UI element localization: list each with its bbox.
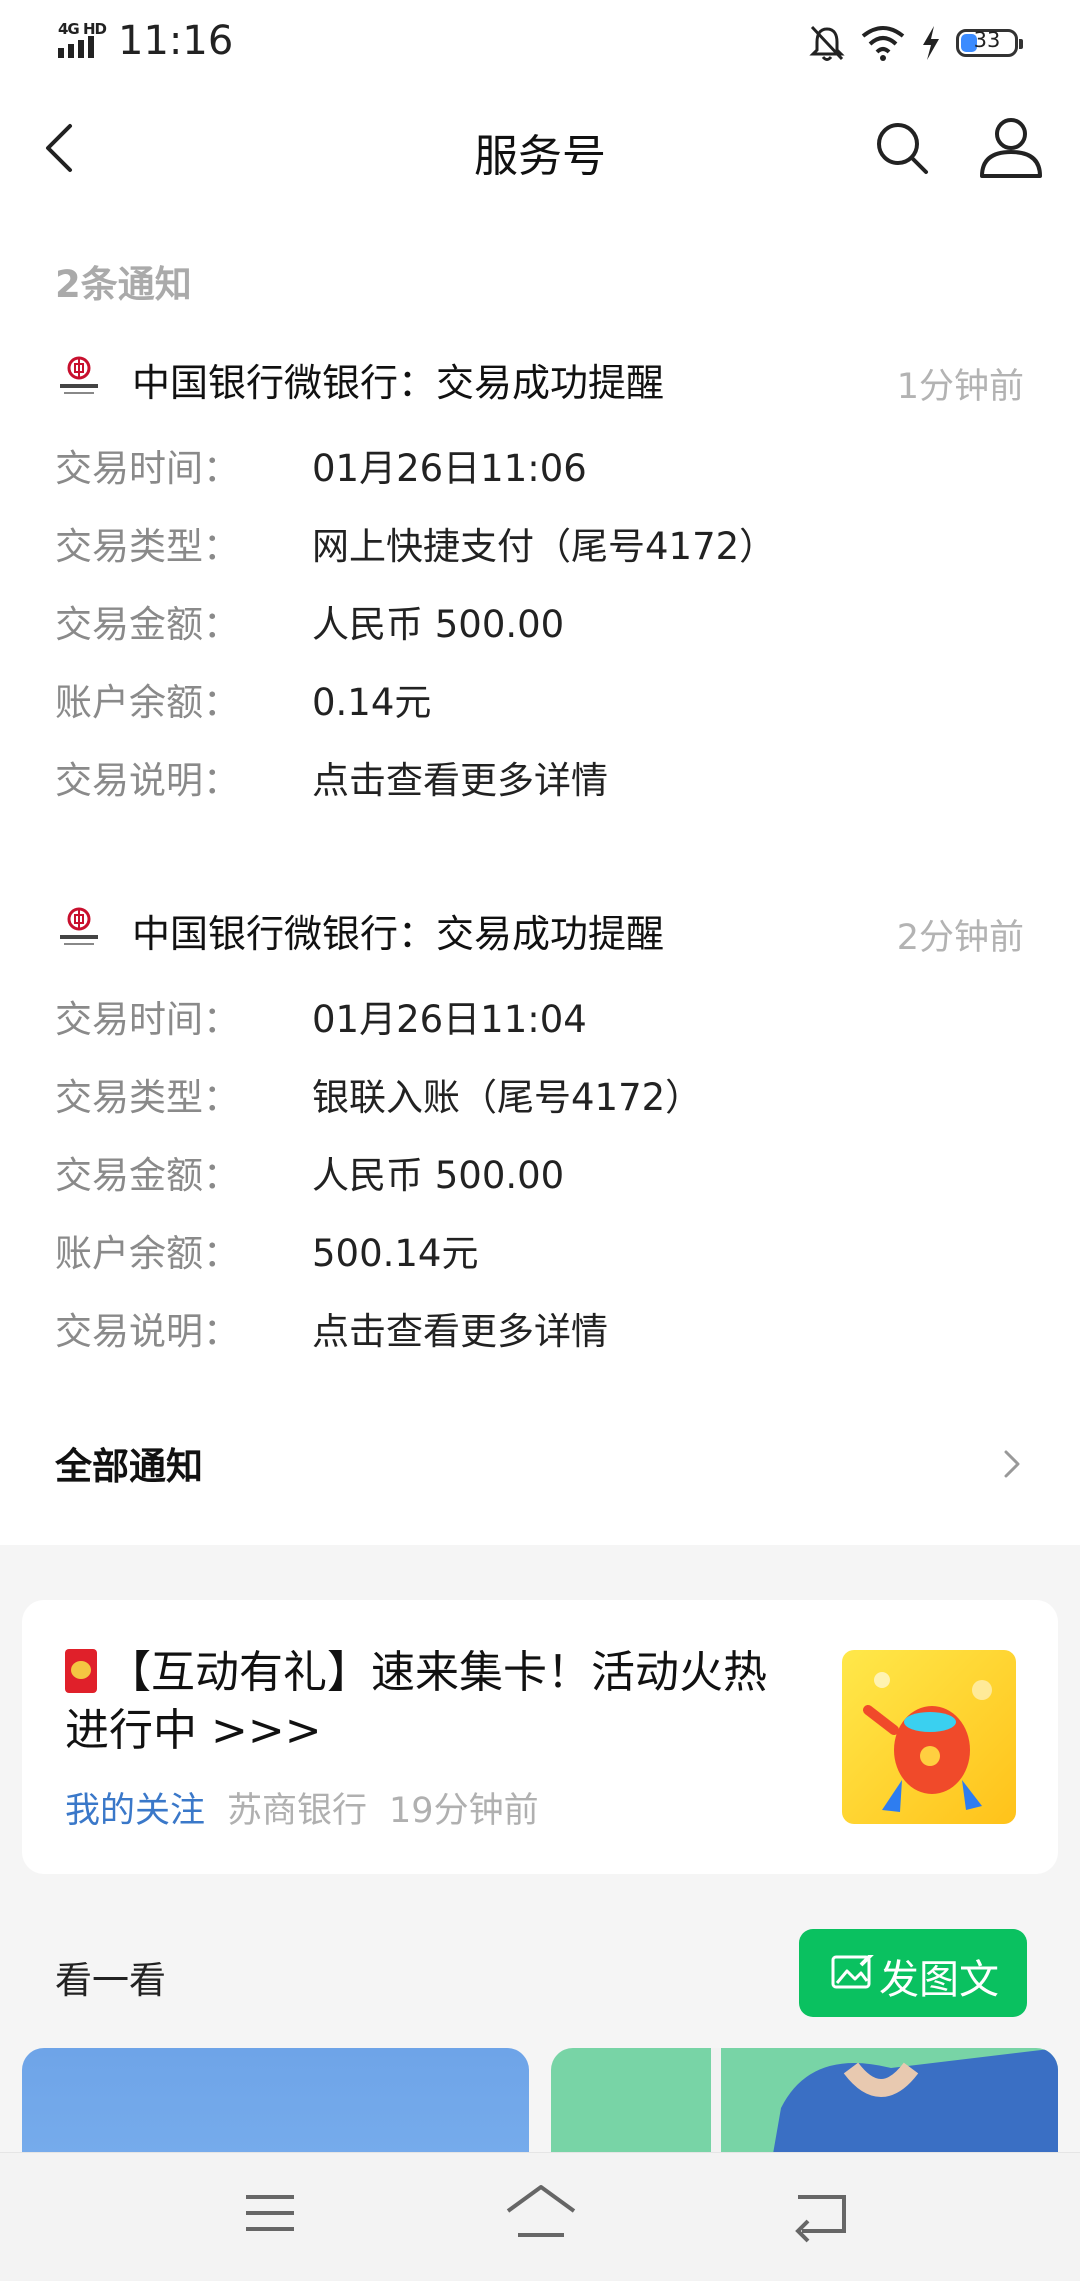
row-label: 交易金额： <box>55 1154 240 1197</box>
chevron-right-icon <box>1004 1450 1020 1478</box>
image-edit-icon <box>831 1955 874 1989</box>
notification-card[interactable]: 中国银行微银行：交易成功提醒 2分钟前 交易时间： 01月26日11:04 交易… <box>0 899 1080 1369</box>
detail-row: 账户余额： 500.14元 <box>0 1223 1080 1283</box>
battery-icon: 33 <box>956 28 1023 57</box>
notification-header: 中国银行微银行：交易成功提醒 1分钟前 <box>0 348 1080 408</box>
row-value: 网上快捷支付（尾号4172） <box>312 525 777 568</box>
bank-of-china-logo-icon <box>60 907 98 945</box>
all-notices-label: 全部通知 <box>55 1445 203 1488</box>
row-label: 交易类型： <box>55 1076 240 1119</box>
detail-row: 账户余额： 0.14元 <box>0 672 1080 732</box>
row-value: 银联入账（尾号4172） <box>312 1076 703 1119</box>
detail-row[interactable]: 交易说明： 点击查看更多详情 <box>0 750 1080 810</box>
row-label: 交易说明： <box>55 759 240 802</box>
detail-row: 交易类型： 网上快捷支付（尾号4172） <box>0 516 1080 576</box>
header: 服务号 <box>0 86 1080 210</box>
notification-header: 中国银行微银行：交易成功提醒 2分钟前 <box>0 899 1080 959</box>
menu-icon[interactable] <box>240 2183 300 2243</box>
bank-of-china-logo-icon <box>60 356 98 394</box>
mute-bell-icon <box>809 25 845 61</box>
system-nav-bar <box>0 2152 1080 2281</box>
battery-level: 33 <box>973 28 1001 52</box>
row-label: 交易时间： <box>55 998 240 1041</box>
mascot-illustration-icon <box>863 1672 992 1812</box>
row-label: 账户余额： <box>55 681 240 724</box>
row-value: 01月26日11:06 <box>312 447 587 490</box>
all-notices-row[interactable]: 全部通知 <box>0 1420 1080 1506</box>
status-bar: 4G HD 11:16 33 <box>0 0 1080 86</box>
notification-time: 2分钟前 <box>896 918 1024 958</box>
post-article-button[interactable]: 发图文 <box>799 1929 1027 2017</box>
signal-icon <box>58 36 94 58</box>
notification-title: 中国银行微银行：交易成功提醒 <box>132 361 665 405</box>
notification-card[interactable]: 中国银行微银行：交易成功提醒 1分钟前 交易时间： 01月26日11:06 交易… <box>0 348 1080 818</box>
detail-row[interactable]: 交易说明： 点击查看更多详情 <box>0 1301 1080 1361</box>
following-tag[interactable]: 我的关注 <box>65 1791 205 1831</box>
detail-row: 交易金额： 人民币 500.00 <box>0 594 1080 654</box>
detail-row: 交易类型： 银联入账（尾号4172） <box>0 1067 1080 1127</box>
detail-row: 交易时间： 01月26日11:06 <box>0 438 1080 498</box>
red-envelope-icon <box>65 1649 97 1693</box>
home-icon[interactable] <box>504 2181 578 2245</box>
row-value: 500.14元 <box>312 1232 479 1275</box>
promo-text: 【互动有礼】速来集卡！活动火热进行中 >>> <box>65 1647 767 1756</box>
notification-title: 中国银行微银行：交易成功提醒 <box>132 912 665 956</box>
promo-card[interactable]: 【互动有礼】速来集卡！活动火热进行中 >>> 我的关注 苏商银行 19分钟前 <box>22 1600 1058 1874</box>
row-label: 交易金额： <box>55 603 240 646</box>
row-label: 交易时间： <box>55 447 240 490</box>
promo-thumbnail <box>842 1650 1016 1824</box>
notification-count: 2条通知 <box>55 263 192 306</box>
row-label: 交易说明： <box>55 1310 240 1353</box>
charging-icon <box>923 26 939 60</box>
detail-row: 交易金额： 人民币 500.00 <box>0 1145 1080 1205</box>
row-value: 人民币 500.00 <box>312 603 565 646</box>
detail-row: 交易时间： 01月26日11:04 <box>0 989 1080 1049</box>
row-value: 0.14元 <box>312 681 432 724</box>
promo-time: 19分钟前 <box>389 1791 539 1831</box>
wifi-icon <box>861 26 905 61</box>
promo-source: 苏商银行 <box>227 1791 368 1831</box>
back-icon[interactable] <box>790 2183 854 2243</box>
post-article-label: 发图文 <box>879 1957 999 2003</box>
details-link[interactable]: 点击查看更多详情 <box>312 1301 608 1355</box>
row-label: 交易类型： <box>55 525 240 568</box>
search-icon[interactable] <box>868 114 936 182</box>
profile-icon[interactable] <box>976 112 1046 182</box>
status-time: 11:16 <box>118 18 234 64</box>
row-value: 01月26日11:04 <box>312 998 587 1041</box>
promo-meta: 我的关注 苏商银行 19分钟前 <box>65 1782 539 1833</box>
look-section-label: 看一看 <box>55 1959 166 2002</box>
details-link[interactable]: 点击查看更多详情 <box>312 750 608 804</box>
notification-time: 1分钟前 <box>896 367 1024 407</box>
promo-headline: 【互动有礼】速来集卡！活动火热进行中 >>> <box>65 1644 785 1760</box>
row-value: 人民币 500.00 <box>312 1154 565 1197</box>
row-label: 账户余额： <box>55 1232 240 1275</box>
